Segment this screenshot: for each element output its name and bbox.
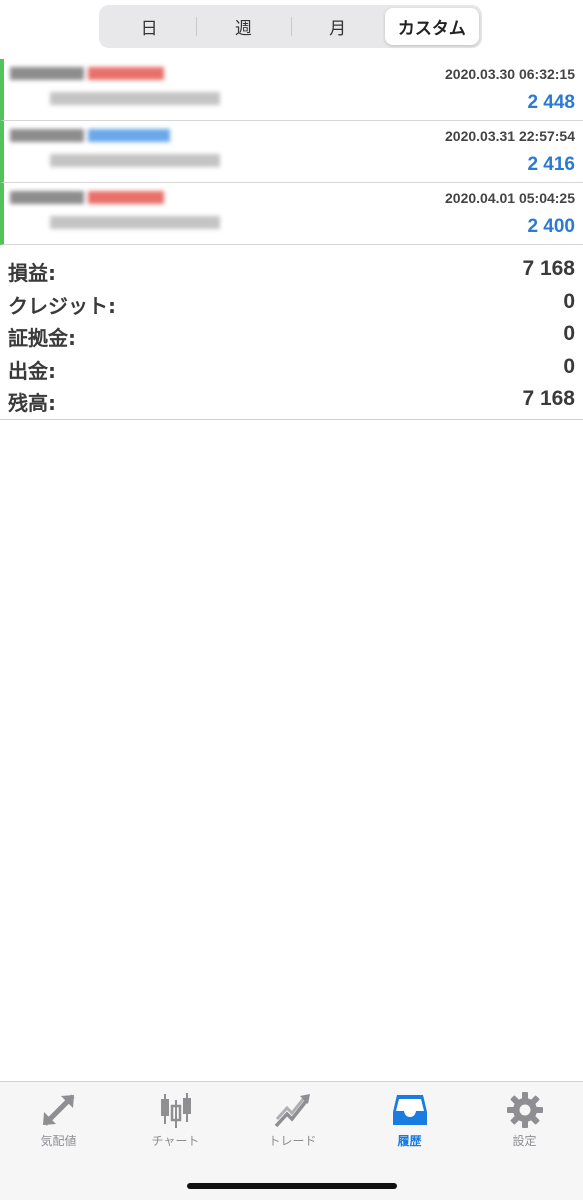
summary-label: 残高: xyxy=(8,391,56,415)
trade-trend-icon xyxy=(274,1094,310,1128)
tab-month[interactable]: 月 xyxy=(290,8,385,45)
summary-label: クレジット: xyxy=(8,293,116,318)
tab-chart[interactable]: チャート xyxy=(117,1090,234,1152)
tab-label: トレード xyxy=(268,1134,317,1148)
tab-week[interactable]: 週 xyxy=(196,8,290,45)
tab-trade[interactable]: トレード xyxy=(234,1090,351,1152)
summary-value: 0 xyxy=(563,322,575,345)
home-indicator[interactable] xyxy=(187,1183,397,1189)
redacted-deal-info xyxy=(10,123,230,179)
deal-list: 2020.03.30 06:32:15 2 448 2020.03.31 22:… xyxy=(0,59,583,245)
tab-label: 設定 xyxy=(512,1134,537,1148)
deal-row[interactable]: 2020.03.31 22:57:54 2 416 xyxy=(0,121,583,183)
summary-row-profit: 損益: 7 168 xyxy=(0,253,583,286)
history-inbox-icon xyxy=(392,1095,427,1125)
deal-row[interactable]: 2020.04.01 05:04:25 2 400 xyxy=(0,183,583,245)
quotes-arrows-icon xyxy=(42,1094,75,1126)
redacted-deal-info xyxy=(10,61,230,117)
deal-datetime: 2020.03.30 06:32:15 xyxy=(445,66,575,82)
redacted-deal-info xyxy=(10,185,230,241)
settings-gear-icon xyxy=(506,1092,543,1128)
candlestick-chart-icon xyxy=(160,1093,191,1128)
summary-value: 0 xyxy=(563,354,575,378)
summary-row-margin: 証拠金: 0 xyxy=(0,318,583,351)
deal-datetime: 2020.04.01 05:04:25 xyxy=(445,190,575,206)
tab-label: 気配値 xyxy=(40,1134,77,1148)
summary-row-credit: クレジット: 0 xyxy=(0,286,583,319)
period-segmented-control: 日 週 月 カスタム xyxy=(99,5,482,48)
tab-history[interactable]: 履歴 xyxy=(351,1090,468,1152)
summary-value: 0 xyxy=(563,289,575,313)
deal-profit: 2 448 xyxy=(527,92,575,113)
deal-row[interactable]: 2020.03.30 06:32:15 2 448 xyxy=(0,59,583,121)
tab-day[interactable]: 日 xyxy=(102,8,196,45)
tab-label: 履歴 xyxy=(397,1134,422,1148)
tab-custom[interactable]: カスタム xyxy=(384,8,479,45)
deal-datetime: 2020.03.31 22:57:54 xyxy=(445,128,575,144)
summary-row-withdrawal: 出金: 0 xyxy=(0,351,583,384)
tab-label: チャート xyxy=(151,1134,200,1148)
deal-profit: 2 400 xyxy=(527,216,575,237)
tab-quotes[interactable]: 気配値 xyxy=(0,1090,117,1152)
summary-row-balance: 残高: 7 168 xyxy=(0,383,583,416)
tab-settings[interactable]: 設定 xyxy=(466,1090,583,1152)
deal-profit: 2 416 xyxy=(527,154,575,175)
summary-label: 損益: xyxy=(8,261,56,285)
summary-value: 7 168 xyxy=(522,257,575,280)
summary-label: 出金: xyxy=(8,358,56,383)
account-summary: 損益: 7 168 クレジット: 0 証拠金: 0 出金: 0 残高: 7 16… xyxy=(0,253,583,420)
summary-label: 証拠金: xyxy=(8,326,76,350)
summary-value: 7 168 xyxy=(522,387,575,410)
